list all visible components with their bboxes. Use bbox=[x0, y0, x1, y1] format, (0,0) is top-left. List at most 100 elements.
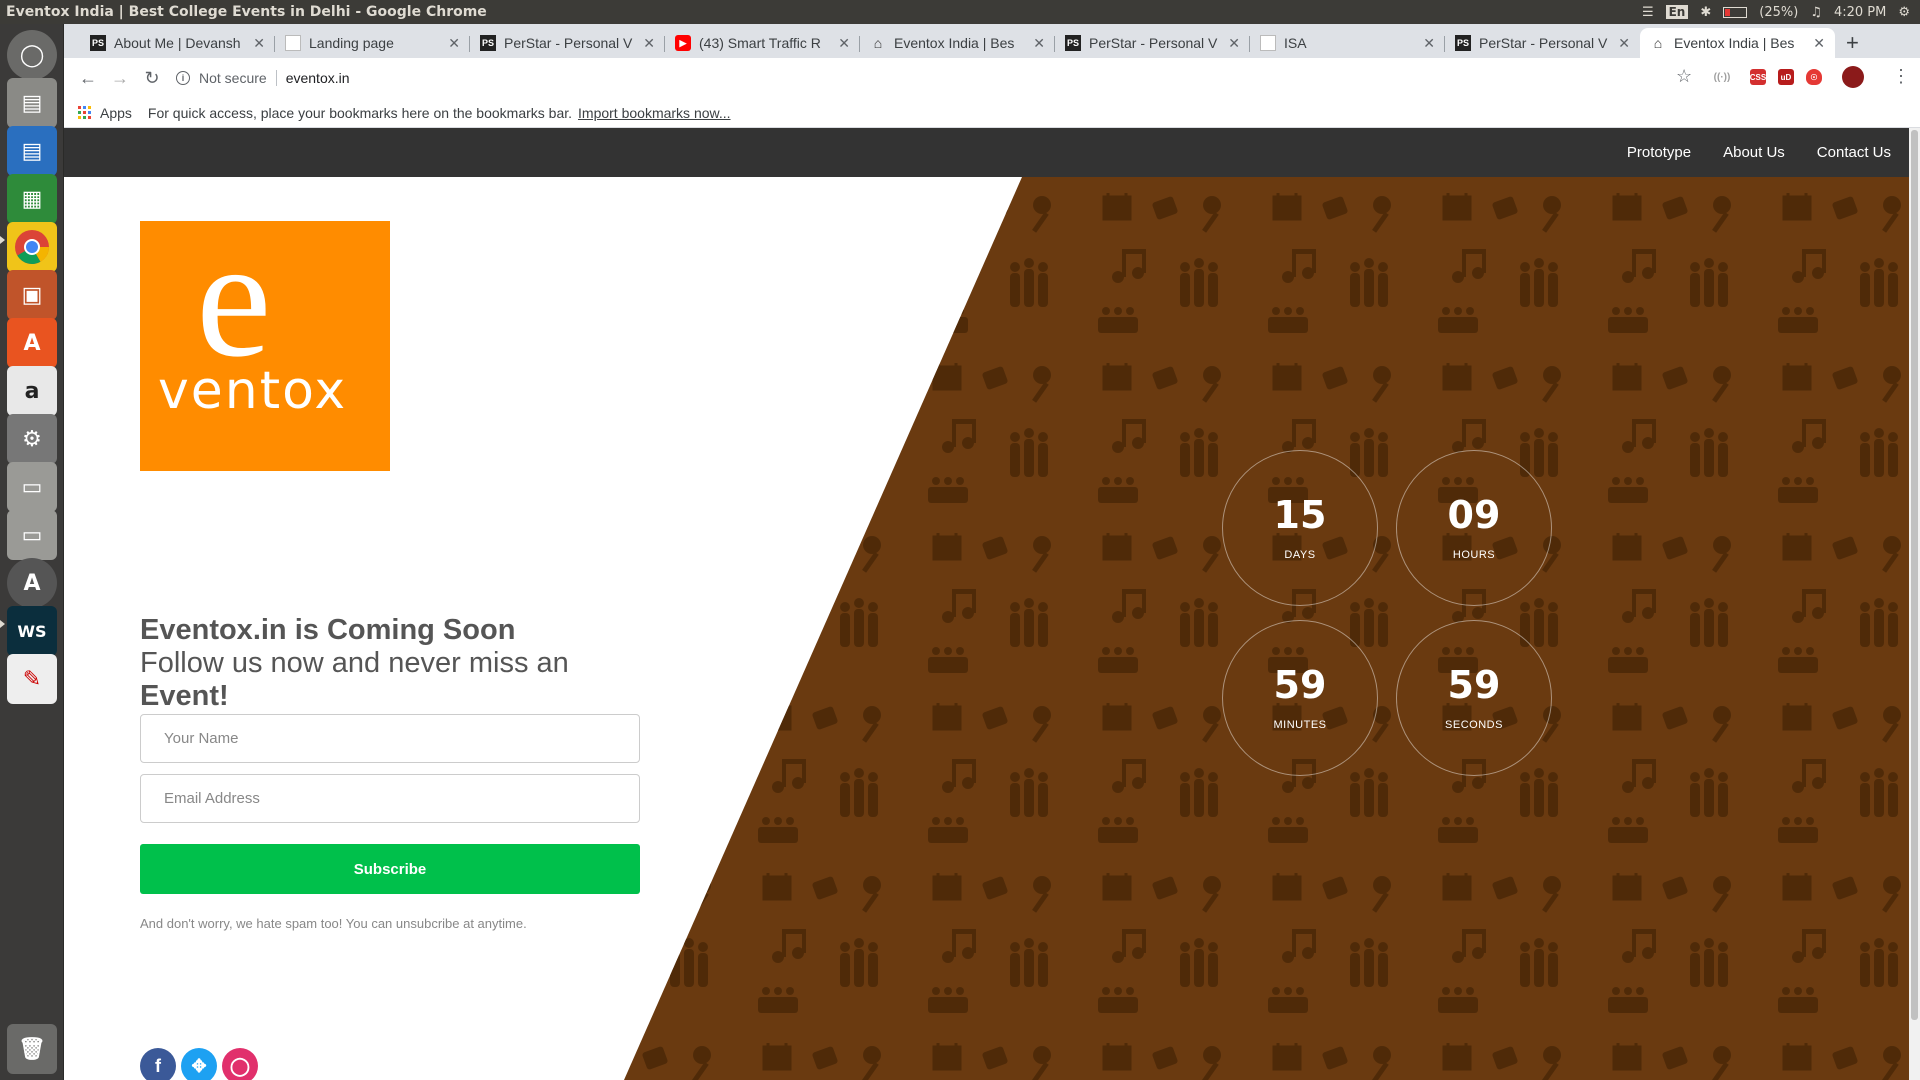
nav-prototype[interactable]: Prototype bbox=[1627, 144, 1691, 161]
apps-grid-icon[interactable] bbox=[78, 105, 92, 120]
battery-icon[interactable] bbox=[1723, 6, 1748, 18]
system-settings-icon[interactable]: ⚙ bbox=[7, 414, 57, 464]
tab[interactable]: ▶ (43) Smart Traffic R ✕ bbox=[665, 28, 860, 58]
amazon-icon[interactable]: a bbox=[7, 366, 57, 416]
twitter-icon[interactable]: ✥ bbox=[181, 1048, 217, 1080]
tab-label: ISA bbox=[1284, 35, 1307, 51]
countdown-seconds: 59 SECONDS bbox=[1396, 620, 1552, 776]
files-icon[interactable]: ▤ bbox=[7, 78, 57, 128]
chrome-icon[interactable] bbox=[7, 222, 57, 272]
reload-icon[interactable]: ↻ bbox=[136, 68, 168, 89]
settings-gear-icon[interactable]: ⚙ bbox=[1898, 5, 1910, 20]
tab[interactable]: PS PerStar - Personal V ✕ bbox=[1055, 28, 1250, 58]
ublock-icon[interactable]: uD bbox=[1778, 69, 1794, 85]
menu-kebab-icon[interactable]: ⋮ bbox=[1892, 66, 1910, 87]
url-text[interactable]: eventox.in bbox=[286, 70, 350, 86]
nav-contact-us[interactable]: Contact Us bbox=[1817, 144, 1891, 161]
close-icon[interactable]: ✕ bbox=[1618, 35, 1630, 52]
launcher: ◯ ▤ ▤ ▦ ▣ A a ⚙ ▭ ▭ A WS ✎ 🗑 bbox=[0, 24, 64, 1080]
logo-word: ventox bbox=[158, 361, 348, 421]
eventox-logo: e ventox bbox=[140, 213, 390, 471]
facebook-icon[interactable]: f bbox=[140, 1048, 176, 1080]
top-panel: Eventox India | Best College Events in D… bbox=[0, 0, 1920, 24]
webstorm-icon[interactable]: WS bbox=[7, 606, 57, 656]
close-icon[interactable]: ✕ bbox=[1423, 35, 1435, 52]
tab[interactable]: ⌂ Eventox India | Bes ✕ bbox=[860, 28, 1055, 58]
profile-avatar[interactable] bbox=[1842, 66, 1864, 88]
close-icon[interactable]: ✕ bbox=[1033, 35, 1045, 52]
tab-active[interactable]: ⌂ Eventox India | Bes ✕ bbox=[1640, 28, 1835, 58]
headline-subtitle: Follow us now and never miss an bbox=[140, 647, 569, 679]
tab[interactable]: ISA ✕ bbox=[1250, 28, 1445, 58]
chrome-running-indicator bbox=[0, 236, 5, 244]
software-updater-icon[interactable]: A bbox=[7, 558, 57, 608]
countdown-hours: 09 HOURS bbox=[1396, 450, 1552, 606]
tab[interactable]: PS PerStar - Personal V ✕ bbox=[470, 28, 665, 58]
drive-icon[interactable]: ▭ bbox=[7, 462, 57, 512]
close-icon[interactable]: ✕ bbox=[448, 35, 460, 52]
writer-icon[interactable]: ▤ bbox=[7, 126, 57, 176]
tab[interactable]: PS About Me | Devansh ✕ bbox=[80, 28, 275, 58]
tab-label: PerStar - Personal V bbox=[1089, 35, 1218, 51]
ubuntu-dash-icon[interactable]: ◯ bbox=[7, 30, 57, 80]
countdown-unit: SECONDS bbox=[1445, 719, 1503, 731]
toolbar: ← → ↻ i Not secure eventox.in ☆ ((·)) CS… bbox=[64, 58, 1920, 98]
trash-icon[interactable]: 🗑 bbox=[7, 1024, 57, 1074]
subscribe-button[interactable]: Subscribe bbox=[140, 844, 640, 894]
countdown-days: 15 DAYS bbox=[1222, 450, 1378, 606]
back-arrow-icon[interactable]: ← bbox=[72, 68, 104, 89]
headline-title: Eventox.in is Coming Soon bbox=[140, 614, 516, 646]
shield-icon[interactable]: ☉ bbox=[1806, 69, 1822, 85]
countdown-unit: DAYS bbox=[1284, 549, 1316, 561]
tab-strip: PS About Me | Devansh ✕ Landing page ✕ P… bbox=[64, 24, 1920, 58]
window-title: Eventox India | Best College Events in D… bbox=[6, 4, 487, 20]
nav-about-us[interactable]: About Us bbox=[1723, 144, 1785, 161]
bookmark-star-icon[interactable]: ☆ bbox=[1676, 66, 1692, 87]
countdown-value: 59 bbox=[1273, 663, 1327, 707]
battery-percent[interactable]: (25%) bbox=[1759, 5, 1798, 20]
calc-icon[interactable]: ▦ bbox=[7, 174, 57, 224]
tab[interactable]: Landing page ✕ bbox=[275, 28, 470, 58]
volume-icon[interactable]: ♫ bbox=[1810, 5, 1822, 20]
countdown-value: 09 bbox=[1447, 493, 1501, 537]
tab-label: Eventox India | Bes bbox=[894, 35, 1015, 51]
address-bar[interactable]: i Not secure eventox.in bbox=[176, 63, 1778, 93]
clock[interactable]: 4:20 PM bbox=[1834, 5, 1886, 20]
security-label[interactable]: Not secure bbox=[199, 70, 267, 86]
red-badge-icon[interactable]: CSS bbox=[1750, 69, 1766, 85]
bookmarks-hint: For quick access, place your bookmarks h… bbox=[147, 104, 573, 121]
close-icon[interactable]: ✕ bbox=[1813, 35, 1825, 52]
rss-icon[interactable]: ((·)) bbox=[1714, 69, 1730, 85]
countdown-value: 15 bbox=[1273, 493, 1327, 537]
keyboard-layout[interactable]: En bbox=[1665, 5, 1689, 19]
email-input[interactable]: Email Address bbox=[140, 774, 640, 823]
close-icon[interactable]: ✕ bbox=[253, 35, 265, 52]
close-icon[interactable]: ✕ bbox=[643, 35, 655, 52]
impress-icon[interactable]: ▣ bbox=[7, 270, 57, 320]
page-scrollbar[interactable] bbox=[1909, 128, 1920, 1080]
tab[interactable]: PS PerStar - Personal V ✕ bbox=[1445, 28, 1640, 58]
countdown-value: 59 bbox=[1447, 663, 1501, 707]
software-center-icon[interactable]: A bbox=[7, 318, 57, 368]
info-icon[interactable]: i bbox=[176, 71, 190, 85]
name-input[interactable]: Your Name bbox=[140, 714, 640, 763]
apps-shortcut[interactable]: Apps bbox=[100, 105, 132, 121]
new-tab-icon[interactable]: + bbox=[1846, 30, 1859, 56]
scrollbar-thumb[interactable] bbox=[1911, 130, 1918, 1020]
bluetooth-icon[interactable]: ✱ bbox=[1700, 5, 1711, 20]
logo-letter: e bbox=[196, 204, 272, 392]
webstorm-running-indicator bbox=[0, 620, 5, 628]
countdown-minutes: 59 MINUTES bbox=[1222, 620, 1378, 776]
instagram-icon[interactable]: ◯ bbox=[222, 1048, 258, 1080]
home-icon: ⌂ bbox=[1653, 35, 1663, 51]
text-editor-icon[interactable]: ✎ bbox=[7, 654, 57, 704]
close-icon[interactable]: ✕ bbox=[838, 35, 850, 52]
forward-arrow-icon[interactable]: → bbox=[104, 68, 136, 89]
close-icon[interactable]: ✕ bbox=[1228, 35, 1240, 52]
tab-label: PerStar - Personal V bbox=[504, 35, 633, 51]
import-bookmarks-link[interactable]: Import bookmarks now... bbox=[578, 105, 731, 121]
youtube-icon: ▶ bbox=[675, 35, 691, 51]
drive-icon[interactable]: ▭ bbox=[7, 510, 57, 560]
wifi-icon[interactable]: ☰ bbox=[1642, 5, 1654, 20]
tab-label: PerStar - Personal V bbox=[1479, 35, 1608, 51]
